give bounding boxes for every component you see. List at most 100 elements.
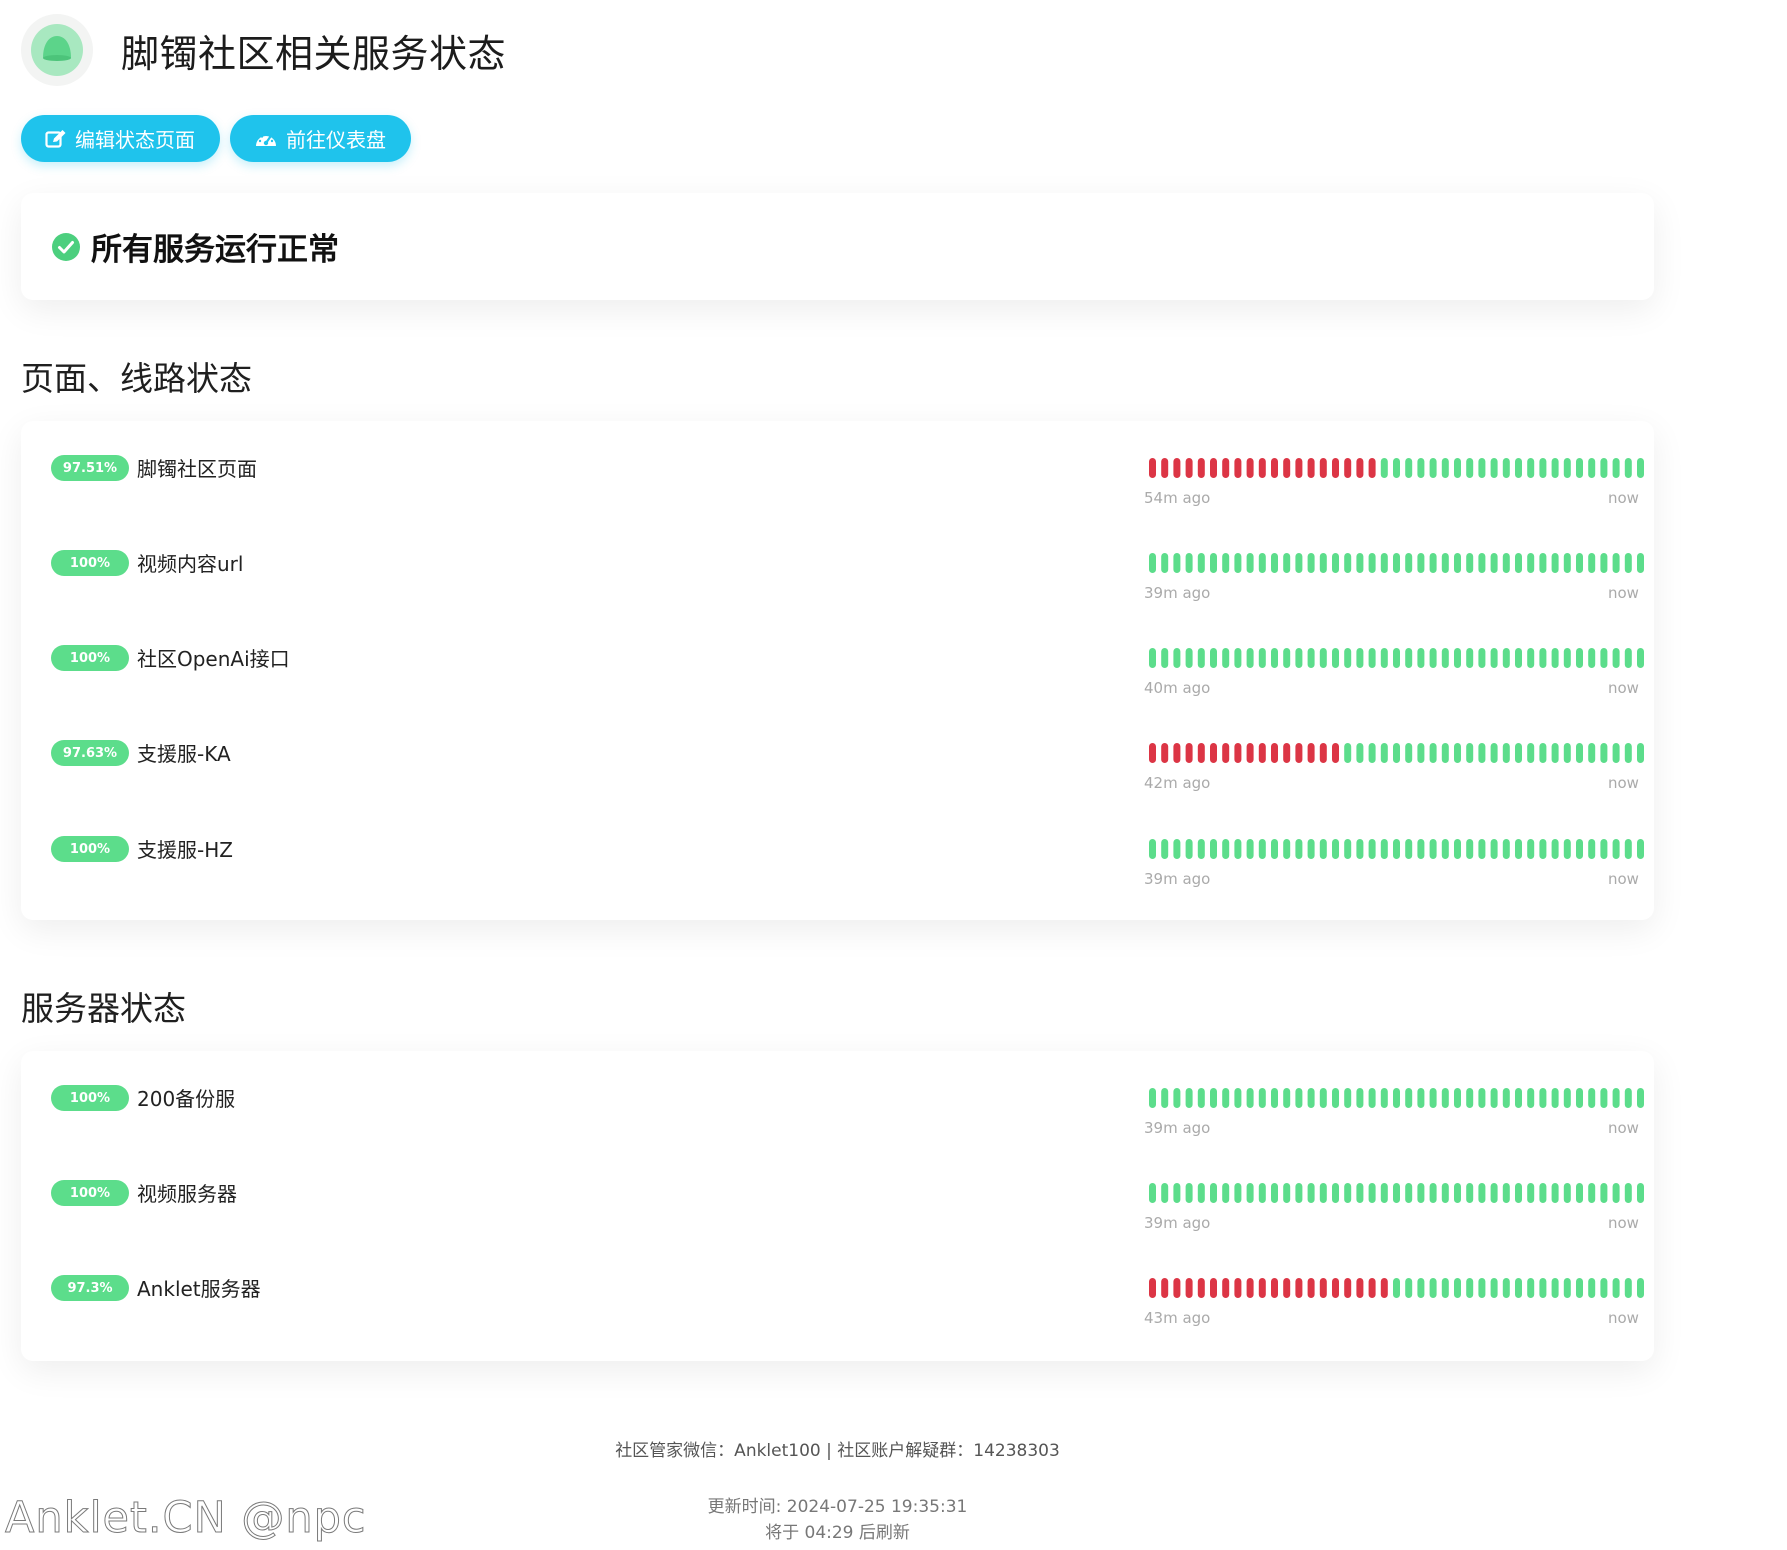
heartbeat-up[interactable]: [1210, 1183, 1217, 1203]
heartbeat-up[interactable]: [1612, 1278, 1620, 1298]
heartbeat-up[interactable]: [1319, 1088, 1327, 1108]
heartbeat-up[interactable]: [1197, 648, 1205, 668]
heartbeat-up[interactable]: [1588, 1183, 1596, 1203]
heartbeat-up[interactable]: [1539, 1278, 1547, 1298]
heartbeat-up[interactable]: [1563, 648, 1571, 668]
heartbeat-up[interactable]: [1588, 458, 1596, 478]
heartbeat-down[interactable]: [1271, 743, 1278, 763]
heartbeat-up[interactable]: [1380, 1183, 1388, 1203]
go-to-dashboard-button[interactable]: 前往仪表盘: [230, 115, 411, 162]
heartbeat-up[interactable]: [1454, 648, 1461, 668]
heartbeat-up[interactable]: [1380, 839, 1388, 859]
heartbeat-up[interactable]: [1344, 1088, 1352, 1108]
heartbeat-up[interactable]: [1527, 743, 1535, 763]
heartbeat-up[interactable]: [1466, 1183, 1474, 1203]
heartbeat-up[interactable]: [1344, 839, 1352, 859]
monitor-name[interactable]: 视频服务器: [137, 1178, 237, 1207]
heartbeat-up[interactable]: [1502, 1183, 1510, 1203]
heartbeat-up[interactable]: [1393, 553, 1400, 573]
heartbeat-down[interactable]: [1295, 458, 1303, 478]
heartbeat-up[interactable]: [1417, 458, 1425, 478]
heartbeat-up[interactable]: [1563, 839, 1571, 859]
heartbeat-down[interactable]: [1149, 1278, 1156, 1298]
heartbeat-down[interactable]: [1173, 743, 1181, 763]
heartbeat-down[interactable]: [1332, 1278, 1339, 1298]
heartbeat-up[interactable]: [1576, 648, 1583, 668]
heartbeat-up[interactable]: [1600, 648, 1608, 668]
heartbeat-up[interactable]: [1490, 839, 1498, 859]
heartbeat-up[interactable]: [1173, 553, 1181, 573]
heartbeat-up[interactable]: [1502, 648, 1510, 668]
heartbeat-down[interactable]: [1161, 743, 1169, 763]
heartbeat-up[interactable]: [1466, 743, 1474, 763]
heartbeat-up[interactable]: [1600, 1183, 1608, 1203]
heartbeat-up[interactable]: [1417, 648, 1425, 668]
heartbeat-up[interactable]: [1149, 648, 1156, 668]
heartbeat-down[interactable]: [1271, 458, 1278, 478]
heartbeat-up[interactable]: [1417, 839, 1425, 859]
heartbeat-up[interactable]: [1502, 1278, 1510, 1298]
heartbeat-up[interactable]: [1551, 1278, 1559, 1298]
heartbeat-up[interactable]: [1576, 839, 1583, 859]
heartbeat-up[interactable]: [1527, 553, 1535, 573]
heartbeat-up[interactable]: [1490, 458, 1498, 478]
heartbeat-up[interactable]: [1356, 648, 1364, 668]
monitor-name[interactable]: 视频内容url: [137, 548, 243, 577]
heartbeat-up[interactable]: [1246, 1183, 1254, 1203]
heartbeat-up[interactable]: [1258, 1183, 1266, 1203]
heartbeat-up[interactable]: [1222, 553, 1230, 573]
heartbeat-up[interactable]: [1515, 648, 1522, 668]
heartbeat-down[interactable]: [1161, 1278, 1169, 1298]
heartbeat-down[interactable]: [1258, 743, 1266, 763]
heartbeat-up[interactable]: [1478, 743, 1486, 763]
heartbeat-down[interactable]: [1222, 1278, 1230, 1298]
heartbeat-down[interactable]: [1283, 458, 1291, 478]
heartbeat-up[interactable]: [1637, 743, 1644, 763]
heartbeat-down[interactable]: [1234, 458, 1242, 478]
heartbeat-up[interactable]: [1551, 743, 1559, 763]
heartbeat-down[interactable]: [1234, 743, 1242, 763]
heartbeat-up[interactable]: [1234, 1183, 1242, 1203]
heartbeat-up[interactable]: [1551, 458, 1559, 478]
heartbeat-up[interactable]: [1344, 553, 1352, 573]
heartbeat-up[interactable]: [1527, 1088, 1535, 1108]
heartbeat-up[interactable]: [1454, 1278, 1461, 1298]
heartbeat-down[interactable]: [1283, 1278, 1291, 1298]
heartbeat-up[interactable]: [1600, 1088, 1608, 1108]
heartbeat-up[interactable]: [1478, 553, 1486, 573]
heartbeat-up[interactable]: [1429, 1088, 1437, 1108]
heartbeat-down[interactable]: [1210, 1278, 1217, 1298]
heartbeat-up[interactable]: [1356, 553, 1364, 573]
heartbeat-up[interactable]: [1295, 648, 1303, 668]
heartbeat-up[interactable]: [1600, 743, 1608, 763]
heartbeat-down[interactable]: [1319, 743, 1327, 763]
heartbeat-up[interactable]: [1600, 839, 1608, 859]
heartbeat-up[interactable]: [1405, 839, 1413, 859]
heartbeat-up[interactable]: [1624, 648, 1632, 668]
heartbeat-up[interactable]: [1393, 1088, 1400, 1108]
heartbeat-up[interactable]: [1210, 553, 1217, 573]
heartbeat-down[interactable]: [1173, 1278, 1181, 1298]
heartbeat-up[interactable]: [1368, 648, 1376, 668]
heartbeat-down[interactable]: [1307, 458, 1315, 478]
heartbeat-down[interactable]: [1246, 743, 1254, 763]
heartbeat-up[interactable]: [1454, 743, 1461, 763]
heartbeat-up[interactable]: [1234, 648, 1242, 668]
heartbeat-up[interactable]: [1258, 553, 1266, 573]
heartbeat-up[interactable]: [1600, 553, 1608, 573]
heartbeat-up[interactable]: [1478, 1278, 1486, 1298]
heartbeat-up[interactable]: [1490, 1088, 1498, 1108]
heartbeat-up[interactable]: [1576, 1183, 1583, 1203]
heartbeat-up[interactable]: [1588, 839, 1596, 859]
heartbeat-up[interactable]: [1539, 839, 1547, 859]
heartbeat-up[interactable]: [1393, 458, 1400, 478]
heartbeat-up[interactable]: [1197, 1088, 1205, 1108]
heartbeat-up[interactable]: [1295, 839, 1303, 859]
heartbeat-up[interactable]: [1612, 553, 1620, 573]
heartbeat-down[interactable]: [1197, 458, 1205, 478]
heartbeat-up[interactable]: [1332, 648, 1339, 668]
heartbeat-up[interactable]: [1344, 1183, 1352, 1203]
heartbeat-up[interactable]: [1612, 1088, 1620, 1108]
heartbeat-up[interactable]: [1441, 648, 1449, 668]
heartbeat-up[interactable]: [1637, 1088, 1644, 1108]
